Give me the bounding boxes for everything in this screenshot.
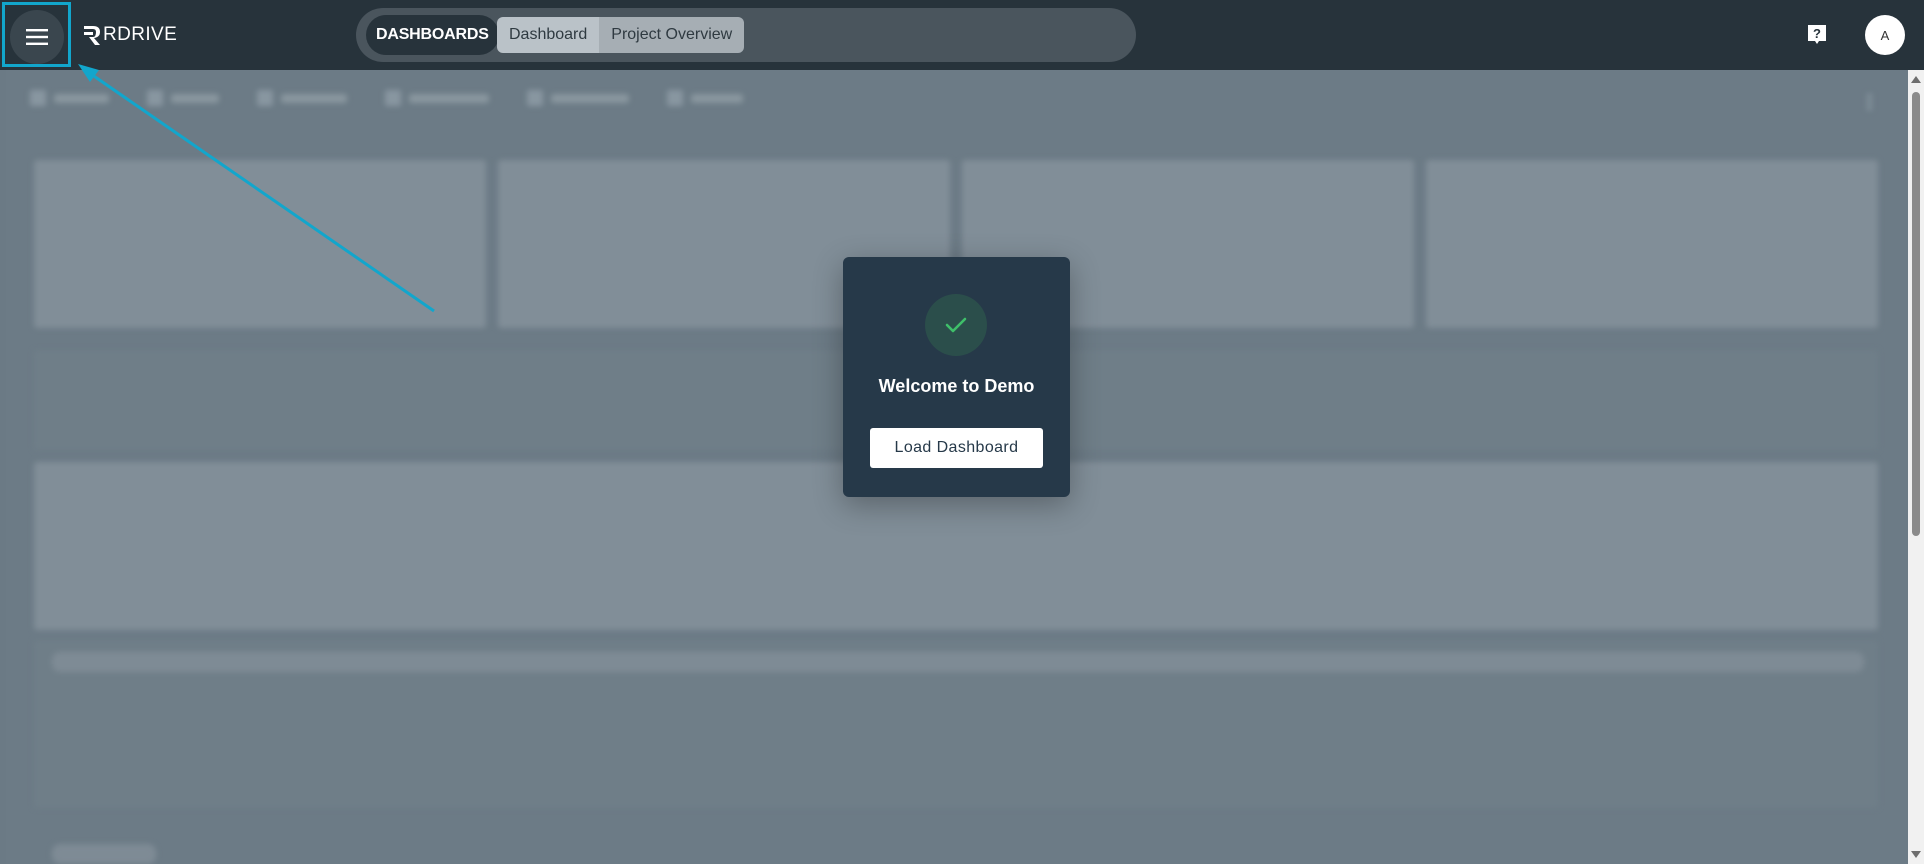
page-scrollbar[interactable]: [1908, 70, 1924, 864]
rdrive-logo-icon: [84, 26, 100, 45]
subnav-placeholder-icon: [667, 90, 683, 106]
check-icon: [945, 317, 967, 333]
rdrive-logo: RDRIVE: [82, 22, 177, 48]
subnav-item: [667, 90, 743, 106]
footer-chip: [52, 844, 156, 864]
svg-text:?: ?: [1813, 26, 1821, 41]
stat-card: [1426, 160, 1878, 328]
tab-project-overview[interactable]: Project Overview: [599, 17, 745, 53]
scrollbar-thumb[interactable]: [1912, 92, 1920, 536]
user-avatar[interactable]: A: [1865, 15, 1905, 55]
help-button[interactable]: ?: [1805, 23, 1829, 47]
success-badge: [925, 294, 987, 356]
subnav-item: [527, 90, 629, 106]
load-dashboard-button[interactable]: Load Dashboard: [870, 428, 1043, 468]
subnav-placeholder-icon: [527, 90, 543, 106]
hamburger-menu-button[interactable]: [10, 10, 64, 64]
subnav-placeholder-icon: [147, 90, 163, 106]
stat-card: [34, 160, 486, 328]
tab-dashboard[interactable]: Dashboard: [497, 17, 600, 53]
welcome-title: Welcome to Demo: [878, 376, 1035, 396]
table-header-strip: [52, 652, 1864, 672]
welcome-modal: Welcome to Demo Load Dashboard: [843, 257, 1070, 497]
scroll-up-arrow-icon[interactable]: [1911, 76, 1921, 83]
subnav-item: [147, 90, 219, 106]
subnav-placeholder-icon: [30, 90, 46, 106]
subnav-item: [257, 90, 347, 106]
dashboards-switcher: DASHBOARDS Dashboard Project Overview: [356, 8, 1136, 62]
top-bar: RDRIVE DASHBOARDS Dashboard Project Over…: [0, 0, 1924, 70]
dashboard-tabs: Dashboard Project Overview: [497, 17, 745, 53]
hamburger-menu-icon: [26, 29, 48, 45]
help-question-icon: ?: [1808, 25, 1826, 44]
scroll-down-arrow-icon[interactable]: [1911, 851, 1921, 858]
subnav-placeholder-icon: [385, 90, 401, 106]
subnav-placeholder-icon: [257, 90, 273, 106]
subnav-item: [30, 90, 109, 106]
dashboards-label: DASHBOARDS: [366, 15, 499, 55]
logo-text: RDRIVE: [103, 24, 178, 45]
subnav-item: [385, 90, 489, 106]
more-options-icon: [1867, 94, 1872, 110]
subnav-placeholder: [30, 90, 743, 106]
